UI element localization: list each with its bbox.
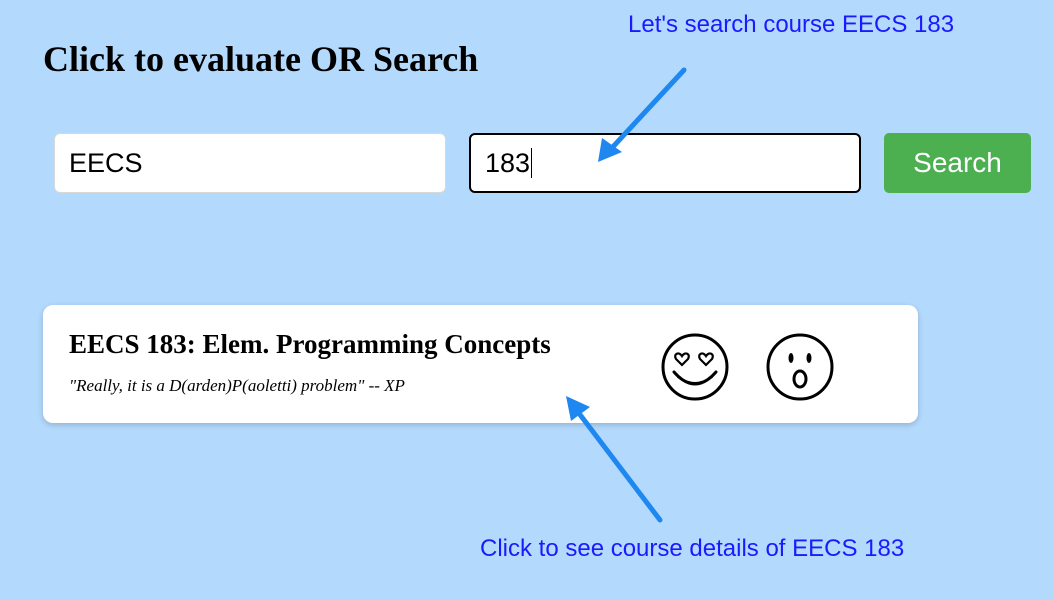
arrow-to-number-input: [598, 67, 687, 162]
arrow-to-course-card: [566, 396, 663, 523]
annotation-arrows: [566, 67, 687, 523]
